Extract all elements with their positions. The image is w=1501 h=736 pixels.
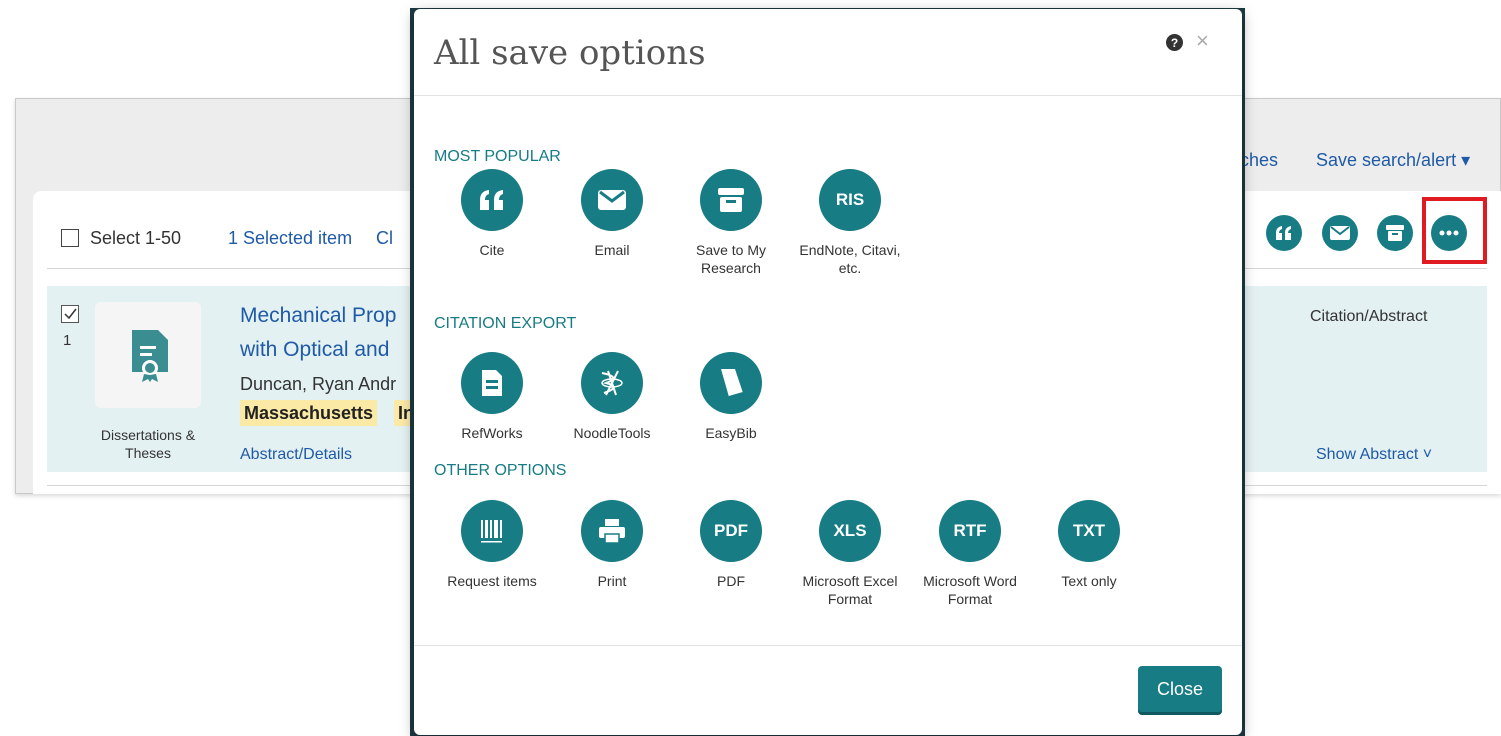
- option-word[interactable]: RTF Microsoft Word Format: [915, 500, 1025, 608]
- result-author[interactable]: Duncan, Ryan Andr: [240, 374, 396, 395]
- barcode-icon: [461, 500, 523, 562]
- document-icon: [461, 352, 523, 414]
- option-label: Save to My Research: [695, 242, 767, 276]
- save-search-alert-link[interactable]: Save search/alert ▾: [1316, 150, 1470, 171]
- show-abstract-link[interactable]: Show Abstract ˅: [1316, 446, 1432, 464]
- result-index: 1: [63, 332, 72, 349]
- noodletools-icon: [581, 352, 643, 414]
- xls-icon: XLS: [819, 500, 881, 562]
- option-save-to-my-research[interactable]: Save to My Research: [676, 169, 786, 277]
- save-quick-icon[interactable]: [1377, 215, 1413, 251]
- option-request-items[interactable]: Request items: [437, 500, 547, 590]
- result-title-line2[interactable]: with Optical and: [240, 338, 389, 362]
- result-title-line1[interactable]: Mechanical Prop: [240, 304, 396, 328]
- save-options-dialog: All save options ? × MOST POPULAR Cite E…: [414, 9, 1242, 735]
- select-all-checkbox[interactable]: [61, 229, 79, 247]
- citation-abstract-label: Citation/Abstract: [1310, 308, 1428, 325]
- txt-icon: TXT: [1058, 500, 1120, 562]
- close-button[interactable]: Close: [1138, 666, 1222, 712]
- section-most-popular: MOST POPULAR: [434, 148, 561, 165]
- result-checkbox[interactable]: [61, 305, 79, 323]
- abstract-details-link[interactable]: Abstract/Details: [240, 446, 352, 464]
- cite-quick-icon[interactable]: [1266, 215, 1302, 251]
- option-cite[interactable]: Cite: [437, 169, 547, 259]
- envelope-icon: [581, 169, 643, 231]
- option-label: Email: [594, 242, 630, 258]
- option-refworks[interactable]: RefWorks: [437, 352, 547, 442]
- close-icon[interactable]: ×: [1196, 28, 1209, 54]
- rtf-icon: RTF: [939, 500, 1001, 562]
- option-label: Microsoft Excel Format: [802, 573, 898, 607]
- select-all-label: Select 1-50: [90, 228, 182, 248]
- help-icon[interactable]: ?: [1166, 34, 1183, 51]
- email-quick-icon[interactable]: [1322, 215, 1358, 251]
- highlight-term: Massachusetts: [240, 400, 378, 426]
- archive-box-icon: [700, 169, 762, 231]
- document-type: Dissertations & Theses: [100, 427, 196, 461]
- header-divider: [414, 95, 1242, 96]
- annotation-highlight-box: [1422, 197, 1487, 264]
- dissertation-icon: [132, 330, 168, 382]
- option-endnote-citavi[interactable]: RIS EndNote, Citavi, etc.: [795, 169, 905, 277]
- dialog-title: All save options: [434, 33, 706, 73]
- option-label: Text only: [1061, 573, 1117, 589]
- footer-divider: [414, 645, 1242, 646]
- saved-searches-link[interactable]: ches: [1240, 150, 1278, 171]
- option-pdf[interactable]: PDF PDF: [676, 500, 786, 590]
- option-label: PDF: [717, 573, 745, 589]
- selected-count-link[interactable]: 1 Selected item: [228, 228, 352, 249]
- option-label: NoodleTools: [573, 425, 651, 441]
- easybib-icon: [700, 352, 762, 414]
- clear-link[interactable]: Cl: [376, 228, 393, 249]
- section-other-options: OTHER OPTIONS: [434, 462, 567, 479]
- option-label: RefWorks: [461, 425, 523, 441]
- option-excel[interactable]: XLS Microsoft Excel Format: [795, 500, 905, 608]
- option-print[interactable]: Print: [557, 500, 667, 590]
- document-thumbnail: [95, 302, 201, 408]
- section-citation-export: CITATION EXPORT: [434, 315, 577, 332]
- option-noodletools[interactable]: NoodleTools: [557, 352, 667, 442]
- quote-icon: [461, 169, 523, 231]
- option-label: Print: [597, 573, 627, 589]
- option-email[interactable]: Email: [557, 169, 667, 259]
- option-text-only[interactable]: TXT Text only: [1034, 500, 1144, 590]
- option-label: Request items: [447, 573, 537, 589]
- option-label: EasyBib: [705, 425, 757, 441]
- option-label: Microsoft Word Format: [923, 573, 1017, 607]
- option-label: Cite: [479, 242, 505, 258]
- option-label: EndNote, Citavi, etc.: [799, 242, 901, 276]
- ris-icon: RIS: [819, 169, 881, 231]
- option-easybib[interactable]: EasyBib: [676, 352, 786, 442]
- pdf-icon: PDF: [700, 500, 762, 562]
- printer-icon: [581, 500, 643, 562]
